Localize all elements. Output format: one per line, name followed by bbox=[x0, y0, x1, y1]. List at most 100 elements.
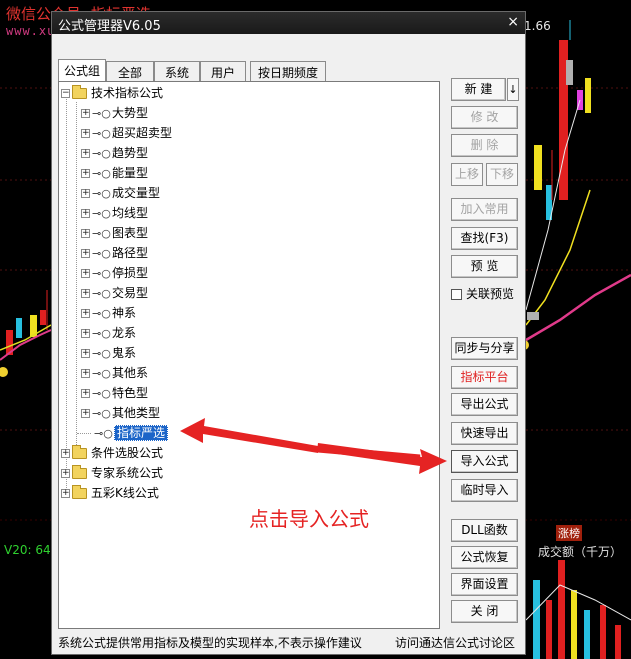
key-icon: ⊸○ bbox=[92, 386, 111, 400]
tree-node-label: 交易型 bbox=[112, 286, 149, 300]
volume-title: 成交额（千万） bbox=[538, 545, 623, 559]
close-icon[interactable]: × bbox=[507, 14, 519, 30]
restore-button[interactable]: 公式恢复 bbox=[451, 546, 518, 569]
formula-tree: − 技术指标公式 + ⊸○大势型 + ⊸○超买超卖型 + ⊸○趋势型 + ⊸○能量型 + ⊸… bbox=[58, 81, 440, 629]
tree-node-child[interactable]: + ⊸○其他系 bbox=[81, 364, 148, 382]
tree-node-child[interactable]: + ⊸○路径型 bbox=[81, 244, 148, 262]
annotation-text: 点击导入公式 bbox=[249, 507, 369, 531]
tree-node-selected[interactable]: ⊸○ 指标严选 bbox=[94, 424, 169, 442]
tree-node-child[interactable]: + ⊸○停损型 bbox=[81, 264, 148, 282]
tree-node-child[interactable]: + ⊸○其他类型 bbox=[81, 404, 160, 422]
collapse-icon[interactable]: − bbox=[61, 89, 70, 98]
expand-icon[interactable]: + bbox=[81, 389, 90, 398]
tree-node-child[interactable]: + ⊸○成交量型 bbox=[81, 184, 160, 202]
tree-node-child[interactable]: + ⊸○图表型 bbox=[81, 224, 148, 242]
rank-badge: 涨榜 bbox=[556, 525, 582, 541]
expand-icon[interactable]: + bbox=[81, 409, 90, 418]
link-preview-label: 关联预览 bbox=[466, 287, 515, 301]
tree-node-label: 条件选股公式 bbox=[91, 446, 164, 460]
expand-icon[interactable]: + bbox=[81, 249, 90, 258]
expand-icon[interactable]: + bbox=[81, 149, 90, 158]
move-down-button[interactable]: 下移 bbox=[486, 163, 518, 186]
tree-node-label: 图表型 bbox=[112, 226, 149, 240]
expand-icon[interactable]: + bbox=[81, 349, 90, 358]
tree-node-child[interactable]: + ⊸○趋势型 bbox=[81, 144, 148, 162]
tree-connector bbox=[77, 433, 91, 434]
tab-all[interactable]: 全部 bbox=[106, 61, 154, 81]
move-up-button[interactable]: 上移 bbox=[451, 163, 483, 186]
new-button[interactable]: 新 建 bbox=[451, 78, 506, 101]
modify-button[interactable]: 修 改 bbox=[451, 106, 518, 129]
tree-node-child[interactable]: + ⊸○能量型 bbox=[81, 164, 148, 182]
expand-icon[interactable]: + bbox=[81, 229, 90, 238]
key-icon: ⊸○ bbox=[92, 226, 111, 240]
preview-button[interactable]: 预 览 bbox=[451, 255, 518, 278]
tree-connector bbox=[66, 92, 67, 492]
tree-node-child[interactable]: + ⊸○神系 bbox=[81, 304, 136, 322]
tree-node-child[interactable]: + ⊸○交易型 bbox=[81, 284, 148, 302]
expand-icon[interactable]: + bbox=[81, 189, 90, 198]
dialog-titlebar[interactable]: 公式管理器V6.05 × bbox=[52, 12, 525, 34]
tree-node-expert[interactable]: + 专家系统公式 bbox=[61, 464, 163, 482]
expand-icon[interactable]: + bbox=[81, 329, 90, 338]
key-icon: ⊸○ bbox=[94, 426, 113, 440]
quick-export-button[interactable]: 快速导出 bbox=[451, 422, 518, 445]
tree-node-tech[interactable]: − 技术指标公式 bbox=[61, 84, 163, 102]
expand-icon[interactable]: + bbox=[61, 469, 70, 478]
folder-icon bbox=[72, 485, 87, 499]
folder-icon bbox=[72, 445, 87, 459]
indicator-platform-button[interactable]: 指标平台 bbox=[451, 366, 518, 389]
folder-icon bbox=[72, 465, 87, 479]
new-dropdown-button[interactable]: ↓ bbox=[507, 78, 519, 101]
tree-node-child[interactable]: + ⊸○均线型 bbox=[81, 204, 148, 222]
tree-node-label: 超买超卖型 bbox=[112, 126, 173, 140]
expand-icon[interactable]: + bbox=[61, 449, 70, 458]
tree-node-child[interactable]: + ⊸○龙系 bbox=[81, 324, 136, 342]
formula-manager-dialog: 公式管理器V6.05 × 公式组 全部 系统 用户 按日期频度 − 技术指标公式 … bbox=[51, 11, 526, 655]
tree-node-label: 能量型 bbox=[112, 166, 149, 180]
sync-share-button[interactable]: 同步与分享 bbox=[451, 337, 518, 360]
expand-icon[interactable]: + bbox=[81, 289, 90, 298]
tab-formula-group[interactable]: 公式组 bbox=[58, 59, 106, 82]
expand-icon[interactable]: + bbox=[81, 369, 90, 378]
folder-icon bbox=[72, 85, 87, 99]
link-preview-toggle[interactable]: 关联预览 bbox=[451, 285, 514, 302]
tree-node-child[interactable]: + ⊸○特色型 bbox=[81, 384, 148, 402]
tree-node-label: 趋势型 bbox=[112, 146, 149, 160]
tree-node-label: 指标严选 bbox=[114, 425, 169, 441]
tree-node-label: 鬼系 bbox=[112, 346, 137, 360]
temp-import-button[interactable]: 临时导入 bbox=[451, 479, 518, 502]
tab-by-date[interactable]: 按日期频度 bbox=[250, 61, 326, 81]
ui-settings-button[interactable]: 界面设置 bbox=[451, 573, 518, 596]
key-icon: ⊸○ bbox=[92, 326, 111, 340]
tree-node-child[interactable]: + ⊸○超买超卖型 bbox=[81, 124, 172, 142]
expand-icon[interactable]: + bbox=[81, 169, 90, 178]
key-icon: ⊸○ bbox=[92, 246, 111, 260]
tree-node-child[interactable]: + ⊸○大势型 bbox=[81, 104, 148, 122]
add-common-button[interactable]: 加入常用 bbox=[451, 198, 518, 221]
tree-node-child[interactable]: + ⊸○鬼系 bbox=[81, 344, 136, 362]
expand-icon[interactable]: + bbox=[81, 209, 90, 218]
tree-connector bbox=[76, 102, 77, 457]
forum-link[interactable]: 访问通达信公式讨论区 bbox=[395, 634, 515, 651]
tree-node-stock-pick[interactable]: + 条件选股公式 bbox=[61, 444, 163, 462]
import-button[interactable]: 导入公式 bbox=[451, 450, 518, 473]
status-text: 系统公式提供常用指标及模型的实现样本,不表示操作建议 bbox=[58, 636, 362, 650]
expand-icon[interactable]: + bbox=[81, 269, 90, 278]
close-button[interactable]: 关 闭 bbox=[451, 600, 518, 623]
export-button[interactable]: 导出公式 bbox=[451, 393, 518, 416]
expand-icon[interactable]: + bbox=[61, 489, 70, 498]
link-preview-checkbox[interactable] bbox=[451, 289, 462, 300]
key-icon: ⊸○ bbox=[92, 206, 111, 220]
dialog-title: 公式管理器V6.05 bbox=[58, 19, 161, 34]
expand-icon[interactable]: + bbox=[81, 109, 90, 118]
expand-icon[interactable]: + bbox=[81, 129, 90, 138]
tab-user[interactable]: 用户 bbox=[200, 61, 246, 81]
tab-system[interactable]: 系统 bbox=[154, 61, 200, 81]
tree-node-kline[interactable]: + 五彩K线公式 bbox=[61, 484, 159, 502]
find-button[interactable]: 查找(F3) bbox=[451, 227, 518, 250]
expand-icon[interactable]: + bbox=[81, 309, 90, 318]
tree-node-label: 五彩K线公式 bbox=[91, 486, 159, 500]
dll-button[interactable]: DLL函数 bbox=[451, 519, 518, 542]
delete-button[interactable]: 删 除 bbox=[451, 134, 518, 157]
